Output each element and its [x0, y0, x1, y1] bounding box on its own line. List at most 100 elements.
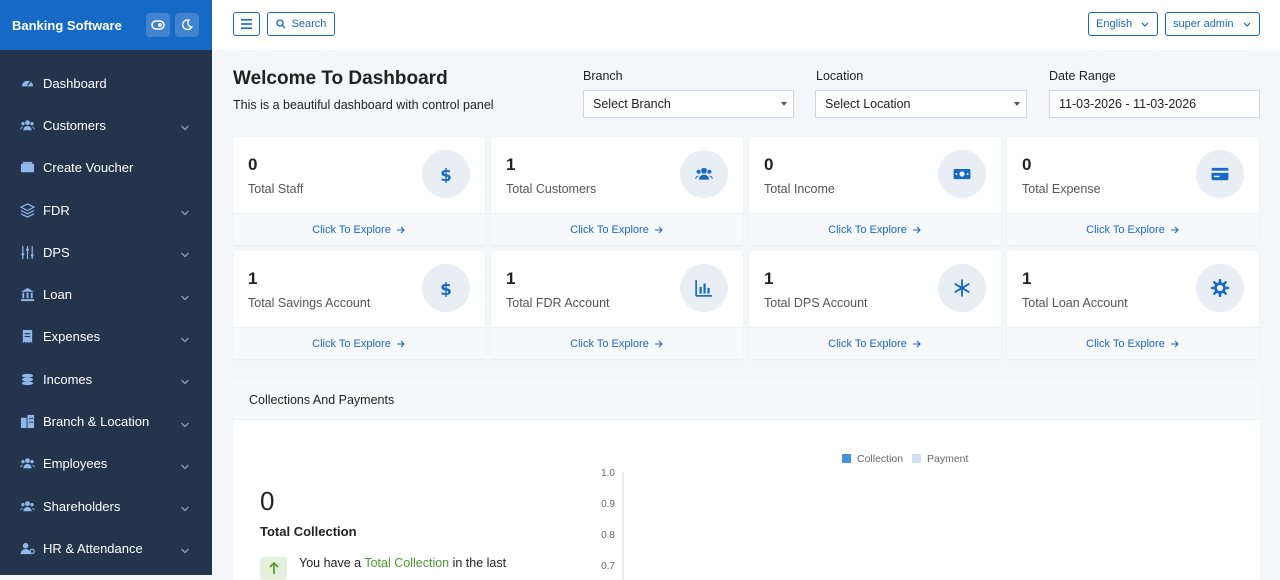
sidebar-item-dps[interactable]: DPS [0, 231, 212, 273]
hamburger-icon [241, 19, 252, 29]
stat-card-total-dps-account: 1 Total DPS Account Click To Explore [749, 251, 1001, 359]
toggle-icon [151, 20, 165, 30]
stat-value: 0 [248, 155, 258, 174]
arrow-right-icon [1170, 226, 1179, 233]
chevron-down-icon [180, 459, 190, 474]
language-dropdown[interactable]: English [1088, 12, 1158, 36]
explore-link[interactable]: Click To Explore [491, 213, 743, 245]
legend-swatch[interactable] [842, 454, 851, 463]
explore-label: Click To Explore [570, 223, 649, 236]
note-highlight: Total Collection [364, 556, 450, 570]
search-button[interactable]: Search [267, 12, 335, 36]
svg-text:$: $ [440, 279, 452, 297]
stat-value: 0 [1022, 155, 1032, 174]
explore-link[interactable]: Click To Explore [749, 213, 1001, 245]
branch-label: Branch [583, 69, 623, 83]
building-icon [20, 414, 35, 429]
location-label: Location [816, 69, 864, 83]
sliders-icon [20, 245, 35, 260]
legend-label[interactable]: Collection [857, 453, 903, 465]
chevron-down-icon [180, 374, 190, 389]
voucher-icon [20, 160, 35, 175]
explore-label: Click To Explore [312, 337, 391, 350]
dark-mode-button[interactable] [175, 13, 199, 37]
sidebar-item-shareholders[interactable]: Shareholders [0, 485, 212, 527]
arrow-right-icon [654, 226, 663, 233]
stat-label: Total Income [764, 182, 835, 196]
toggle-view-button[interactable] [146, 13, 170, 37]
stat-value: 1 [506, 155, 516, 174]
legend-swatch[interactable] [912, 454, 921, 463]
sidebar-item-label: Expenses [43, 329, 101, 345]
collections-panel: Collections And Payments 0 Total Collect… [233, 380, 1260, 580]
sidebar-nav: Dashboard Customers Create Voucher FDR DPS Lo… [0, 50, 212, 570]
explore-label: Click To Explore [828, 223, 907, 236]
search-label: Search [291, 18, 327, 30]
stat-value: 1 [248, 269, 258, 288]
sidebar-item-expenses[interactable]: Expenses [0, 316, 212, 358]
chevron-down-icon [180, 501, 190, 516]
chevron-down-icon [180, 543, 190, 558]
page-title: Welcome To Dashboard [233, 68, 448, 89]
y-tick-label: 1.0 [601, 468, 615, 479]
branch-select[interactable]: Select Branch [583, 90, 794, 118]
sidebar-item-incomes[interactable]: Incomes [0, 358, 212, 400]
explore-link[interactable]: Click To Explore [491, 327, 743, 359]
collections-chart: 1.0 0.9 0.8 0.7 Collection Payment [601, 453, 969, 580]
date-range-input[interactable]: 11-03-2026 - 11-03-2026 [1049, 90, 1260, 118]
moon-icon [182, 19, 193, 31]
sidebar-item-label: Incomes [43, 371, 93, 387]
stat-label: Total Staff [248, 182, 304, 196]
chevron-down-icon [180, 205, 190, 220]
sidebar-item-label: HR & Attendance [43, 540, 143, 556]
layers-icon [20, 202, 35, 218]
explore-link[interactable]: Click To Explore [233, 213, 485, 245]
chevron-down-icon [1141, 22, 1149, 27]
receipt-icon [20, 329, 35, 344]
dollar-icon: $ [422, 150, 470, 198]
money-bill-icon [938, 150, 986, 198]
date-range-value: 11-03-2026 - 11-03-2026 [1059, 97, 1197, 111]
collection-note: You have a Total Collection in the last [299, 556, 506, 570]
legend-label[interactable]: Payment [927, 453, 969, 465]
sidebar-item-create-voucher[interactable]: Create Voucher [0, 147, 212, 189]
sidebar-item-dashboard[interactable]: Dashboard [0, 62, 212, 104]
sidebar-item-fdr[interactable]: FDR [0, 189, 212, 231]
total-collection-label: Total Collection [260, 524, 357, 539]
explore-link[interactable]: Click To Explore [1007, 213, 1259, 245]
y-tick-label: 0.7 [601, 561, 615, 572]
branch-value: Select Branch [593, 97, 671, 111]
explore-label: Click To Explore [1086, 223, 1165, 236]
snowflake-icon [938, 264, 986, 312]
menu-toggle-button[interactable] [233, 12, 260, 36]
caret-icon [1014, 102, 1020, 106]
sidebar-item-employees[interactable]: Employees [0, 443, 212, 485]
stat-card-total-expense: 0 Total Expense Click To Explore [1007, 137, 1259, 245]
sidebar-item-branch-location[interactable]: Branch & Location [0, 400, 212, 442]
location-select[interactable]: Select Location [815, 90, 1027, 118]
sidebar-item-loan[interactable]: Loan [0, 273, 212, 315]
coins-icon [20, 372, 35, 387]
explore-link[interactable]: Click To Explore [1007, 327, 1259, 359]
sidebar-item-customers[interactable]: Customers [0, 104, 212, 146]
explore-link[interactable]: Click To Explore [749, 327, 1001, 359]
chevron-down-icon [180, 332, 190, 347]
stat-value: 1 [1022, 269, 1032, 288]
sidebar-item-hr-attendance[interactable]: HR & Attendance [0, 527, 212, 569]
date-range-label: Date Range [1049, 69, 1116, 83]
explore-link[interactable]: Click To Explore [233, 327, 485, 359]
sidebar: Banking Software Dashboard Customers Creat… [0, 0, 212, 575]
users-icon [20, 456, 35, 471]
page-subtitle: This is a beautiful dashboard with contr… [233, 98, 494, 112]
stat-label: Total Loan Account [1022, 296, 1128, 310]
note-prefix: You have a [299, 556, 365, 570]
svg-text:$: $ [440, 165, 452, 183]
arrow-right-icon [912, 340, 921, 347]
explore-label: Click To Explore [828, 337, 907, 350]
sidebar-item-label: Loan [43, 287, 72, 303]
user-dropdown[interactable]: super admin [1165, 12, 1260, 36]
total-collection-value: 0 [260, 486, 275, 516]
y-tick-label: 0.8 [601, 530, 615, 541]
sidebar-item-label: Dashboard [43, 75, 107, 91]
credit-card-icon [1196, 150, 1244, 198]
